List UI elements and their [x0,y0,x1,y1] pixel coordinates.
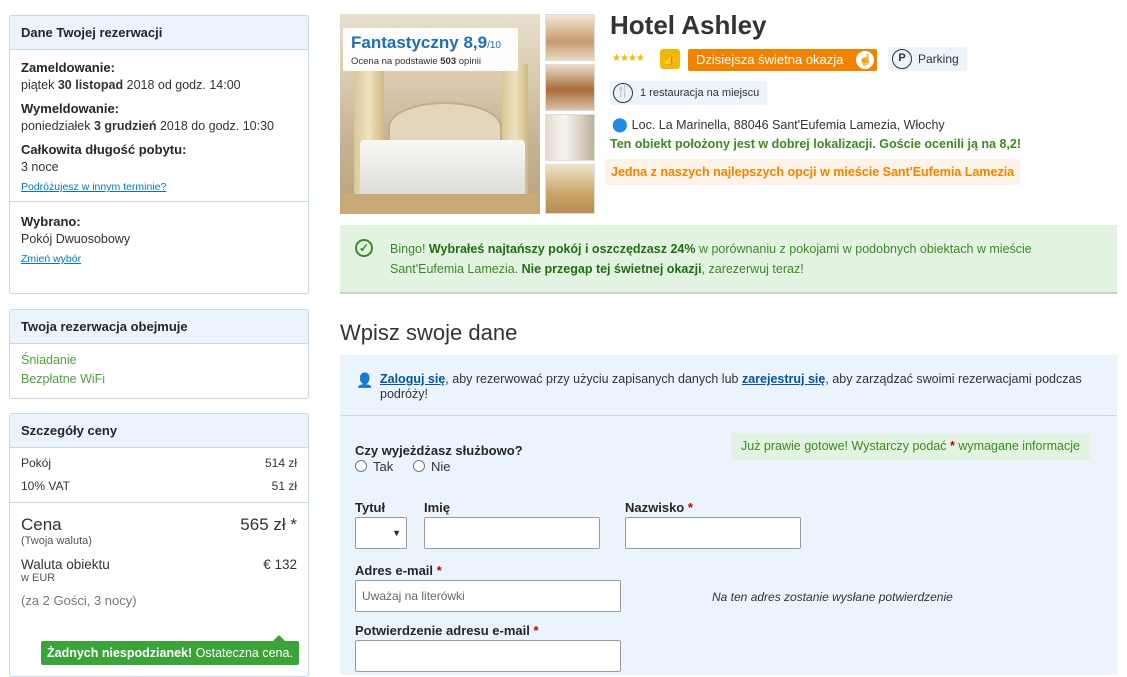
thumbnail-4[interactable] [545,164,595,214]
email-confirm-input[interactable] [355,640,621,672]
last-name-input[interactable] [625,517,801,549]
includes-title: Twoja rezerwacja obejmuje [10,310,308,344]
price-row-room: Pokój 514 zł [21,456,297,470]
form-title: Wpisz swoje dane [340,320,518,345]
checkin-value: piątek 30 listopad 2018 od godz. 14:00 [21,78,241,92]
parking-badge: P Parking [888,47,967,71]
first-name-input[interactable] [424,517,600,549]
business-no-radio[interactable]: Nie [413,459,451,474]
other-dates-link[interactable]: Podróżujesz w innym terminie? [21,181,166,193]
total-price-note: (Twoja waluta) [21,535,92,547]
booking-details-title: Dane Twojej rezerwacji [10,16,308,50]
cutlery-icon: 🍴 [613,83,633,103]
checkout-label: Wymeldowanie: [21,101,120,116]
rating-score: 8,9 [463,33,488,52]
star-rating: ★★★★ [612,53,645,64]
login-link[interactable]: Zaloguj się [380,372,445,386]
business-yes-radio[interactable]: Tak [355,459,393,474]
rating-basis: Ocena na podstawie 503 opinii [351,56,481,67]
rating-box[interactable]: Fantastyczny 8,9/10 Ocena na podstawie 5… [343,28,518,71]
include-wifi: Bezpłatne WiFi [21,372,106,386]
property-currency-note: w EUR [21,572,56,584]
selected-room: Pokój Dwuosobowy [21,232,131,246]
login-bar: 👤 Zaloguj się, aby rezerwować przy użyci… [340,355,1117,416]
include-breakfast: Śniadanie [21,353,77,367]
bingo-banner: ✓ Bingo! Wybrałeś najtańszy pokój i oszc… [340,225,1117,294]
booking-details-card: Dane Twojej rezerwacji Zameldowanie: pią… [9,15,309,294]
location-pin-icon: ⬤ [612,116,628,132]
thumbnail-2[interactable] [545,64,595,111]
login-text: Zaloguj się, aby rezerwować przy użyciu … [380,372,1082,401]
chevron-down-icon: ▼ [392,528,401,538]
check-circle-icon: ✓ [355,239,373,257]
register-link[interactable]: zarejestruj się [742,372,825,386]
email-label: Adres e-mail * [355,563,442,578]
rating-word: Fantastyczny [351,33,459,52]
no-surprise-badge: Żadnych niespodzianek! Ostateczna cena. [41,635,299,665]
price-title: Szczegóły ceny [10,414,308,448]
best-option-badge: Jedna z naszych najlepszych opcji w mieś… [605,159,1021,185]
thumbnail-1[interactable] [545,14,595,61]
title-select[interactable]: ▼ [355,517,407,549]
deal-badge: Dzisiejsza świetna okazja ☝ [688,49,878,71]
bingo-text: Bingo! Wybrałeś najtańszy pokój i oszczę… [390,242,1032,276]
stay-length-label: Całkowita długość pobytu: [21,142,187,157]
property-currency: Waluta obiektu € 132 [21,557,297,572]
restaurant-badge: 🍴 1 restauracja na miejscu [610,81,768,105]
last-name-label: Nazwisko * [625,500,693,515]
selected-label: Wybrano: [21,214,81,229]
email-confirm-label: Potwierdzenie adresu e-mail * [355,623,539,638]
price-row-vat: 10% VAT 51 zł [21,479,297,493]
ready-hint: Już prawie gotowe! Wystarczy podać * wym… [731,433,1090,460]
price-card: Szczegóły ceny Pokój 514 zł 10% VAT 51 zł … [9,413,309,677]
hotel-name: Hotel Ashley [610,10,767,40]
email-note: Na ten adres zostanie wysłane potwierdze… [712,590,953,604]
checkin-label: Zameldowanie: [21,60,115,75]
checkout-value: poniedziałek 3 grudzień 2018 do godz. 10… [21,119,274,133]
parking-icon: P [892,49,912,69]
first-name-label: Imię [424,500,451,515]
thumbnail-3[interactable] [545,114,595,161]
includes-card: Twoja rezerwacja obejmuje Śniadanie Bezp… [9,309,309,399]
deal-icon: ☝ [856,51,875,69]
title-label: Tytuł [355,500,386,515]
location-praise: Ten obiekt położony jest w dobrej lokali… [610,137,1021,151]
thumbs-up-icon: 👍 [660,49,680,69]
business-trip-question: Czy wyjeżdżasz służbowo? [355,443,523,458]
user-icon: 👤 [356,372,374,388]
email-input[interactable]: Uważaj na literówki [355,580,621,612]
hotel-address: ⬤ Loc. La Marinella, 88046 Sant'Eufemia L… [612,116,945,132]
stay-length-value: 3 noce [21,160,59,174]
total-price: Cena 565 zł * [21,515,297,534]
guests-note: (za 2 Gości, 3 nocy) [21,593,137,608]
change-selection-link[interactable]: Zmień wybór [21,253,81,265]
